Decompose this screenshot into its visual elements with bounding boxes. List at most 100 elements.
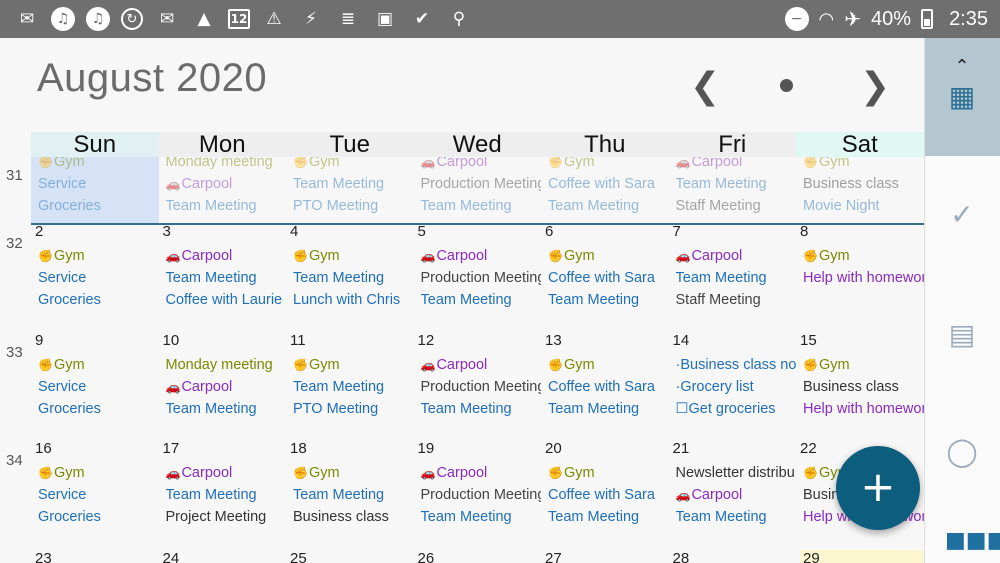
event-chip[interactable]: Staff Meeting <box>676 195 797 217</box>
event-chip[interactable]: Production Meeting <box>421 376 542 398</box>
event-chip[interactable]: ✊Gym <box>293 157 414 173</box>
next-month-button[interactable]: ❯ <box>860 66 890 107</box>
day-cell[interactable]: 19 🚗Carpool Production Meeting Team Meeting <box>414 442 542 550</box>
event-chip[interactable]: 🚗Carpool <box>421 462 542 484</box>
day-cell[interactable]: ✊Gym Business class Movie Night <box>796 157 924 225</box>
event-chip[interactable]: Groceries <box>38 195 159 217</box>
event-chip[interactable]: Coffee with Sara <box>548 484 669 506</box>
event-chip[interactable]: PTO Meeting <box>293 195 414 217</box>
event-chip[interactable]: Team Meeting <box>166 484 287 506</box>
event-chip[interactable]: 🚗Carpool <box>166 245 287 267</box>
event-chip[interactable]: ✊Gym <box>548 157 669 173</box>
day-cell[interactable]: 11 ✊Gym Team Meeting PTO Meeting <box>286 334 414 442</box>
event-chip[interactable]: Business class <box>803 376 924 398</box>
event-chip[interactable]: Groceries <box>38 289 159 311</box>
event-chip[interactable]: ✊Gym <box>548 462 669 484</box>
event-chip[interactable]: Team Meeting <box>166 195 287 217</box>
day-cell[interactable]: 6 ✊Gym Coffee with Sara Team Meeting <box>541 225 669 333</box>
day-cell[interactable]: 9 ✊Gym Service Groceries <box>31 334 159 442</box>
event-chip[interactable]: Monday meeting <box>166 157 287 173</box>
event-chip[interactable]: Coffee with Sara <box>548 267 669 289</box>
event-chip[interactable]: ✊Gym <box>548 354 669 376</box>
day-cell[interactable]: 17 🚗Carpool Team Meeting Project Meeting <box>159 442 287 550</box>
event-chip[interactable]: Help with homework <box>803 267 924 289</box>
day-cell[interactable]: ✊Gym Coffee with Sara Team Meeting <box>541 157 669 225</box>
event-chip[interactable]: Team Meeting <box>421 398 542 420</box>
event-chip[interactable]: 🚗Carpool <box>421 245 542 267</box>
today-button[interactable] <box>780 79 793 92</box>
event-chip[interactable]: Team Meeting <box>676 267 797 289</box>
event-chip[interactable]: Coffee with Sara <box>548 173 669 195</box>
day-cell[interactable]: ✊Gym Team Meeting PTO Meeting <box>286 157 414 225</box>
calendar-icon[interactable]: ▦ <box>945 80 979 114</box>
event-chip[interactable]: ✊Gym <box>293 354 414 376</box>
more-icon[interactable]: ■■■ <box>945 524 1000 558</box>
day-cell[interactable]: 21 Newsletter distribu 🚗Carpool Team Meetin… <box>669 442 797 550</box>
day-cell[interactable]: 🚗Carpool Production Meeting Team Meeting <box>413 157 542 225</box>
event-chip[interactable]: Team Meeting <box>293 484 414 506</box>
event-chip[interactable]: Team Meeting <box>293 376 414 398</box>
event-chip[interactable]: ✊Gym <box>548 245 669 267</box>
day-cell[interactable]: 2 ✊Gym Service Groceries <box>31 225 159 333</box>
event-chip[interactable]: Team Meeting <box>293 173 414 195</box>
event-chip[interactable]: 🚗Carpool <box>676 157 797 173</box>
event-chip[interactable]: Project Meeting <box>166 506 287 528</box>
event-chip[interactable]: Service <box>38 484 159 506</box>
day-cell[interactable]: 13 ✊Gym Coffee with Sara Team Meeting <box>541 334 669 442</box>
event-chip[interactable]: ✊Gym <box>38 354 159 376</box>
day-cell[interactable]: ✊Gym Service Groceries <box>31 157 159 225</box>
day-cell[interactable]: 15 ✊Gym Business class Help with homework <box>796 334 924 442</box>
event-chip[interactable]: PTO Meeting <box>293 398 414 420</box>
day-cell[interactable]: 14 ·Business class no ·Grocery list ☐Get gr… <box>669 334 797 442</box>
event-chip[interactable]: Team Meeting <box>421 195 542 217</box>
prev-month-button[interactable]: ❮ <box>690 66 720 107</box>
event-chip[interactable]: Newsletter distribu <box>676 462 797 484</box>
profile-icon[interactable]: ◯ <box>945 435 979 469</box>
event-chip[interactable]: Production Meeting <box>421 484 542 506</box>
event-chip[interactable]: Team Meeting <box>166 267 287 289</box>
event-chip[interactable]: 🚗Carpool <box>166 462 287 484</box>
event-chip[interactable]: Movie Night <box>803 195 924 217</box>
event-chip[interactable]: ✊Gym <box>803 354 924 376</box>
event-chip[interactable]: ☐Get groceries <box>676 398 797 420</box>
event-chip[interactable]: Groceries <box>38 506 159 528</box>
event-chip[interactable]: Monday meeting <box>166 354 287 376</box>
event-chip[interactable]: Business class <box>293 506 414 528</box>
day-cell[interactable]: 10 Monday meeting 🚗Carpool Team Meeting <box>159 334 287 442</box>
event-chip[interactable]: Service <box>38 173 159 195</box>
event-chip[interactable]: 🚗Carpool <box>676 245 797 267</box>
event-chip[interactable]: 🚗Carpool <box>421 354 542 376</box>
day-cell[interactable]: 7 🚗Carpool Team Meeting Staff Meeting <box>669 225 797 333</box>
event-chip[interactable]: Production Meeting <box>421 173 542 195</box>
event-chip[interactable]: Business class <box>803 173 924 195</box>
event-chip[interactable]: ✊Gym <box>293 245 414 267</box>
event-chip[interactable]: ✊Gym <box>38 462 159 484</box>
event-chip[interactable]: ✊Gym <box>803 157 924 173</box>
event-chip[interactable]: Team Meeting <box>548 398 669 420</box>
add-event-button[interactable]: + <box>836 446 920 530</box>
day-cell[interactable]: 16 ✊Gym Service Groceries <box>31 442 159 550</box>
day-cell[interactable]: 8 ✊Gym Help with homework <box>796 225 924 333</box>
rail-calendar-tab[interactable]: ⌃ ▦ <box>925 38 1000 156</box>
day-cell[interactable]: 3 🚗Carpool Team Meeting Coffee with Laurie <box>159 225 287 333</box>
event-chip[interactable]: ✊Gym <box>803 245 924 267</box>
event-chip[interactable]: 🚗Carpool <box>166 173 287 195</box>
event-chip[interactable]: Coffee with Laurie <box>166 289 287 311</box>
page-title[interactable]: August 2020 <box>37 56 267 101</box>
event-chip[interactable]: Team Meeting <box>293 267 414 289</box>
event-chip[interactable]: Team Meeting <box>676 173 797 195</box>
day-cell[interactable]: 4 ✊Gym Team Meeting Lunch with Chris <box>286 225 414 333</box>
event-chip[interactable]: 🚗Carpool <box>676 484 797 506</box>
event-chip[interactable]: ·Grocery list <box>676 376 797 398</box>
event-chip[interactable]: Team Meeting <box>166 398 287 420</box>
event-chip[interactable]: Team Meeting <box>548 195 669 217</box>
event-chip[interactable]: 🚗Carpool <box>421 157 542 173</box>
event-chip[interactable]: Service <box>38 267 159 289</box>
event-chip[interactable]: ·Business class no <box>676 354 797 376</box>
day-cell[interactable]: 5 🚗Carpool Production Meeting Team Meeting <box>414 225 542 333</box>
event-chip[interactable]: ✊Gym <box>293 462 414 484</box>
day-cell[interactable]: Monday meeting 🚗Carpool Team Meeting <box>158 157 287 225</box>
event-chip[interactable]: Team Meeting <box>421 289 542 311</box>
collapse-icon[interactable]: ⌃ <box>945 50 979 84</box>
event-chip[interactable]: Help with homework <box>803 398 924 420</box>
